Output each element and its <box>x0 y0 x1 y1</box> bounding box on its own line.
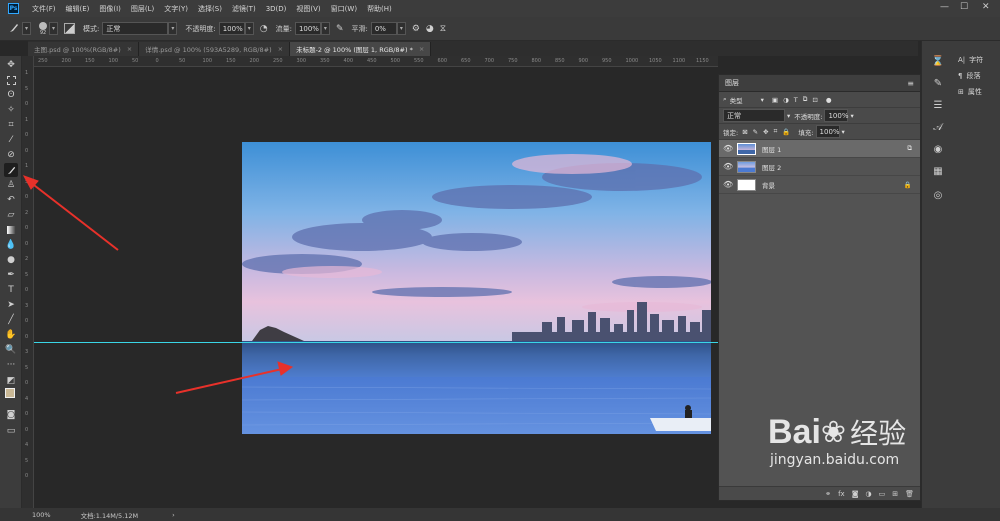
layer-thumbnail <box>737 160 756 173</box>
layer-name: 图层 1 <box>762 145 782 154</box>
blend-opacity-row: 正常 ▾ 不透明度: 100% ▾ <box>719 108 920 124</box>
layer-filter-row: ⌕ 类型 ▾ ▣ ◑ T ⧉ ⊡ ● <box>719 92 920 108</box>
filter-shape-icon[interactable]: ⧉ <box>803 95 808 104</box>
lock-fill-row: 锁定: ⊠ ✎ ✥ ⌗ 🔒 填充: 100% ▾ <box>719 124 920 140</box>
status-menu-arrow[interactable]: › <box>172 511 175 519</box>
filter-adjustment-icon[interactable]: ◑ <box>783 96 789 104</box>
lock-transparent-icon[interactable]: ⊠ <box>742 128 747 136</box>
layer-row[interactable]: 👁 背景 🔒 <box>719 176 920 194</box>
fill-input[interactable]: 100% <box>815 125 840 138</box>
layer-row[interactable]: 👁 图层 2 <box>719 158 920 176</box>
grid-panel-icon[interactable]: ▦ <box>930 163 946 179</box>
layer-opacity-label: 不透明度: <box>794 112 823 121</box>
filter-smart-object-icon[interactable]: ⊡ <box>812 96 817 104</box>
layer-name: 背景 <box>762 181 775 190</box>
character-icon: A| <box>958 56 966 64</box>
panel-menu-icon[interactable]: ≡ <box>907 79 914 88</box>
layer-filter-select[interactable]: 类型 <box>730 95 743 105</box>
filter-type-icon[interactable]: T <box>794 96 798 104</box>
brush-settings-panel-icon[interactable]: ✎ <box>930 75 946 91</box>
watermark-brand-cn: 经验 <box>850 417 907 450</box>
history-panel-icon[interactable]: ⌛ <box>930 53 946 69</box>
lock-all-icon[interactable]: 🔒 <box>782 128 790 136</box>
doc-size[interactable]: 文档:1.14M/5.12M <box>81 510 139 520</box>
chevron-down-icon[interactable]: ▾ <box>787 112 790 120</box>
adjustments-panel-icon[interactable]: ☰ <box>930 97 946 113</box>
layer-thumbnail <box>737 142 756 155</box>
eye-icon[interactable]: 👁 <box>723 144 733 153</box>
paragraph-icon: ¶ <box>958 72 963 80</box>
3d-panel-icon[interactable]: ◎ <box>930 187 946 203</box>
fill-label: 填充: <box>798 128 814 137</box>
paw-icon: ❀ <box>820 414 847 450</box>
chevron-down-icon[interactable]: ▾ <box>842 128 845 136</box>
eye-icon[interactable]: 👁 <box>723 162 733 171</box>
blend-mode-select[interactable]: 正常 <box>723 109 785 122</box>
search-icon: ⌕ <box>723 95 727 103</box>
baidu-jingyan-watermark: Bai ❀ 经验 jingyan.baidu.com <box>768 412 978 512</box>
character-panel-button[interactable]: A| 字符 <box>958 55 983 65</box>
layer-thumbnail <box>737 178 756 191</box>
status-bar: 100% 文档:1.14M/5.12M › <box>0 508 1000 521</box>
dock-item-label: 段落 <box>966 72 981 80</box>
filter-pixel-icon[interactable]: ▣ <box>772 96 778 104</box>
paragraph-panel-button[interactable]: ¶ 段落 <box>958 71 980 81</box>
dock-item-label: 属性 <box>967 88 982 96</box>
layers-panel-header: 图层 ≡ <box>719 75 920 92</box>
smart-object-icon: ⧉ <box>907 144 912 152</box>
chevron-down-icon[interactable]: ▾ <box>761 96 764 104</box>
eye-icon[interactable]: 👁 <box>723 180 733 189</box>
layer-row[interactable]: 👁 图层 1 ⧉ <box>719 140 920 158</box>
layer-opacity-input[interactable]: 100% <box>824 109 848 122</box>
lock-label: 锁定: <box>723 128 739 137</box>
properties-icon: ⊞ <box>958 88 964 96</box>
properties-panel-button[interactable]: ⊞ 属性 <box>958 87 982 97</box>
dock-item-label: 字符 <box>969 56 984 64</box>
swatches-panel-icon[interactable]: ◉ <box>930 141 946 157</box>
lock-artboard-icon[interactable]: ⌗ <box>774 127 778 136</box>
chevron-down-icon[interactable]: ▾ <box>850 112 853 120</box>
lock-icon: 🔒 <box>903 180 912 189</box>
layers-panel-title[interactable]: 图层 <box>725 78 739 88</box>
layer-name: 图层 2 <box>762 163 782 172</box>
lock-pixels-icon[interactable]: ✎ <box>753 128 758 136</box>
zoom-level[interactable]: 100% <box>32 511 51 519</box>
watermark-brand: Bai <box>768 412 821 451</box>
filter-toggle-icon[interactable]: ● <box>826 96 832 104</box>
lock-position-icon[interactable]: ✥ <box>763 128 768 136</box>
watermark-url: jingyan.baidu.com <box>770 452 900 468</box>
character-styles-icon[interactable]: 𝒜 <box>930 119 946 135</box>
